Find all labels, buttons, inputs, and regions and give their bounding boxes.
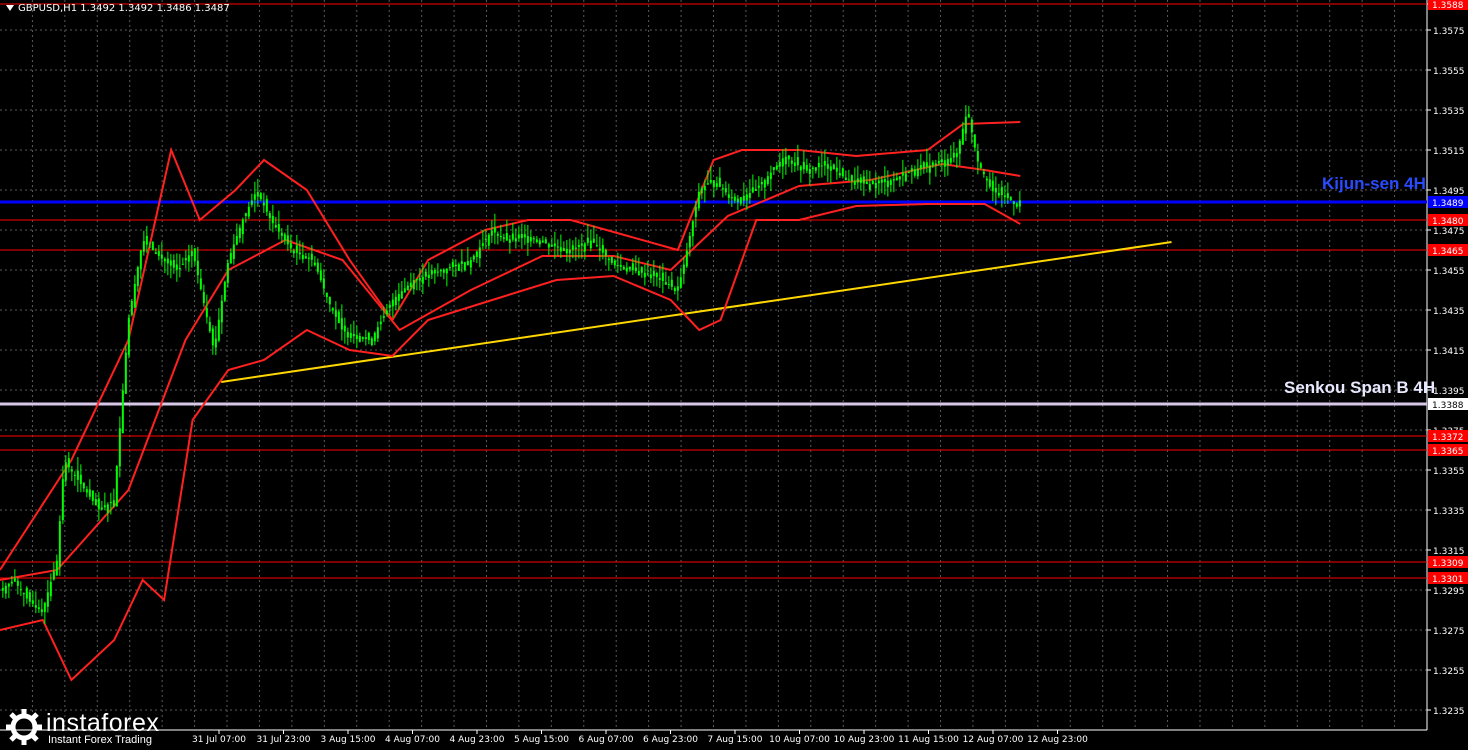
time-tick-label: 11 Aug 15:00 (898, 735, 959, 745)
price-tick-label: 1.3575 (1433, 27, 1465, 37)
price-tick-label: 1.3515 (1433, 147, 1465, 157)
symbol-header: GBPUSD,H1 1.3492 1.3492 1.3486 1.3487 (6, 3, 230, 14)
time-tick-label: 7 Aug 15:00 (708, 735, 763, 745)
senkou-label: Senkou Span B 4H (1284, 378, 1436, 397)
dropdown-triangle-icon[interactable] (6, 5, 14, 11)
kijun-label: Kijun-sen 4H (1322, 174, 1426, 193)
price-tick-label: 1.3535 (1433, 107, 1465, 117)
time-tick-label: 31 Jul 23:00 (257, 735, 311, 745)
level-price-label: 1.3588 (1432, 1, 1464, 11)
time-tick-label: 10 Aug 07:00 (769, 735, 830, 745)
price-tick-label: 1.3555 (1433, 67, 1465, 77)
level-price-label: 1.3372 (1432, 433, 1464, 443)
gear-logo-icon (6, 709, 42, 745)
time-tick-label: 10 Aug 23:00 (834, 735, 895, 745)
time-tick-label: 6 Aug 07:00 (579, 735, 634, 745)
time-tick-label: 4 Aug 23:00 (450, 735, 505, 745)
price-tick-label: 1.3235 (1433, 707, 1465, 717)
level-price-label: 1.3309 (1432, 559, 1464, 569)
symbol-ohlc: GBPUSD,H1 1.3492 1.3492 1.3486 1.3487 (18, 3, 230, 14)
price-tick-label: 1.3335 (1433, 507, 1465, 517)
time-tick-label: 3 Aug 15:00 (321, 735, 376, 745)
brand-tagline: Instant Forex Trading (48, 734, 152, 746)
time-tick-label: 5 Aug 15:00 (514, 735, 569, 745)
price-tick-label: 1.3415 (1433, 347, 1465, 357)
time-tick-label: 4 Aug 07:00 (385, 735, 440, 745)
time-tick-label: 6 Aug 23:00 (643, 735, 698, 745)
level-price-label: 1.3365 (1432, 447, 1464, 457)
time-tick-label: 12 Aug 07:00 (963, 735, 1024, 745)
senkou-price-label: 1.3388 (1432, 401, 1464, 411)
chart-background (0, 0, 1468, 750)
price-tick-label: 1.3475 (1433, 227, 1465, 237)
price-tick-label: 1.3255 (1433, 667, 1465, 677)
time-tick-label: 31 Jul 07:00 (192, 735, 246, 745)
time-tick-label: 12 Aug 23:00 (1027, 735, 1088, 745)
price-tick-label: 1.3395 (1433, 387, 1465, 397)
instaforex-logo: instaforex Instant Forex Trading (2, 705, 178, 749)
price-tick-label: 1.3435 (1433, 307, 1465, 317)
level-price-label: 1.3301 (1432, 575, 1464, 585)
level-price-label: 1.3465 (1432, 247, 1464, 257)
price-chart[interactable]: 1.3588 1.3575 1.3555 1.3535 1.3515 1.3495 1.34… (0, 0, 1468, 750)
price-tick-label: 1.3295 (1433, 587, 1465, 597)
price-tick-label: 1.3495 (1433, 187, 1465, 197)
kijun-price-label: 1.3489 (1432, 199, 1464, 209)
price-tick-label: 1.3275 (1433, 627, 1465, 637)
price-tick-label: 1.3355 (1433, 467, 1465, 477)
price-tick-label: 1.3455 (1433, 267, 1465, 277)
level-price-label: 1.3480 (1432, 217, 1464, 227)
price-tick-label: 1.3315 (1433, 547, 1465, 557)
